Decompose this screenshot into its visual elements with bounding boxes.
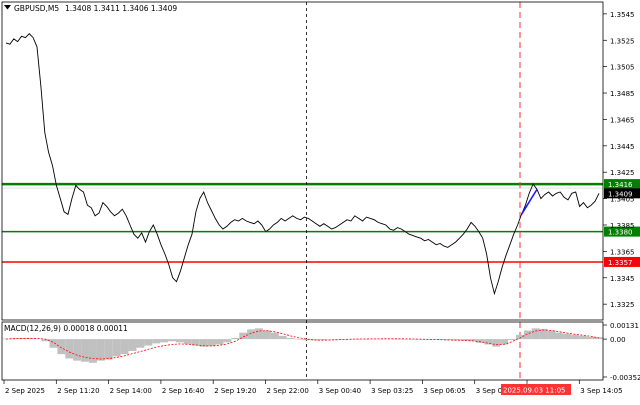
macd-axis: 0.00131 0.00 -0.00352: [603, 322, 640, 382]
y-tick-label: 1.3425: [610, 169, 635, 177]
y-tick-label: 1.3365: [610, 248, 635, 256]
y-tick-label: 1.3325: [610, 301, 635, 309]
forex-chart[interactable]: 1.3416 1.3380 1.3357 1.3545 1.3525 1.3505 1.3…: [0, 0, 640, 401]
current-price-label: 1.3409: [608, 190, 633, 198]
y-tick-label: 1.3485: [610, 90, 635, 98]
x-tick-label: 3 Sep 06:05: [423, 387, 465, 395]
level-label: 1.3416: [608, 181, 633, 189]
macd-bar: [96, 339, 105, 361]
y-tick-label: 1.3465: [610, 116, 635, 124]
price-panel-border: [1, 1, 604, 321]
macd-bar: [144, 339, 153, 346]
level-label: 1.3357: [608, 259, 633, 267]
current-time-label: 2025.09.03 11:05: [503, 387, 565, 395]
macd-bar: [104, 339, 113, 360]
macd-bar: [65, 339, 74, 359]
x-tick-label: 2 Sep 2025: [5, 387, 45, 395]
macd-y-tick-label: -0.00352: [610, 374, 640, 382]
macd-bar: [120, 339, 129, 355]
macd-y-tick-label: 0.00: [610, 336, 626, 344]
macd-bar: [492, 339, 501, 347]
x-tick-label: 2 Sep 11:20: [57, 387, 99, 395]
y-tick-label: 1.3445: [610, 143, 635, 151]
macd-label: MACD(12,26,9) 0.00018 0.00011: [4, 324, 128, 333]
macd-bar: [215, 339, 224, 345]
macd-bar: [563, 333, 572, 340]
time-axis: 2 Sep 2025 2 Sep 11:20 2 Sep 14:00 2 Sep 16…: [3, 380, 623, 395]
macd-bar: [523, 330, 532, 340]
x-tick-label: 3 Sep 14:05: [580, 387, 622, 395]
macd-bar: [207, 339, 216, 347]
macd-bar: [152, 339, 161, 344]
x-tick-label: 2 Sep 19:20: [214, 387, 256, 395]
macd-bar: [73, 339, 82, 361]
x-tick-label: 2 Sep 16:40: [162, 387, 204, 395]
macd-bar: [531, 328, 540, 340]
macd-bar: [231, 338, 240, 340]
macd-bar: [579, 335, 588, 340]
macd-bar: [183, 339, 192, 344]
macd-bar: [247, 329, 256, 340]
macd-bar: [547, 330, 556, 340]
y-tick-label: 1.3545: [610, 11, 635, 19]
macd-bar: [136, 339, 145, 348]
macd-bar: [168, 339, 176, 342]
macd-bar: [89, 339, 97, 363]
macd-bar: [508, 339, 516, 341]
macd-bar: [160, 339, 169, 343]
macd-bar: [255, 328, 263, 340]
x-tick-label: 2 Sep 14:00: [110, 387, 152, 395]
macd-bar: [49, 339, 58, 348]
macd-bar: [595, 337, 603, 340]
x-tick-label: 3 Sep 03:25: [371, 387, 413, 395]
macd-bar: [81, 339, 90, 362]
macd-bar: [571, 334, 580, 340]
macd-bar: [128, 339, 137, 351]
macd-bar: [223, 339, 232, 343]
macd-bar: [294, 339, 303, 340]
horizontal-levels: 1.34161.33801.3357: [2, 179, 640, 267]
macd-bar: [278, 335, 287, 340]
macd-y-tick-label: 0.00131: [610, 322, 639, 330]
y-tick-label: 1.3505: [610, 64, 635, 72]
y-tick-label: 1.3345: [610, 275, 635, 283]
period-separators: [306, 2, 521, 380]
x-tick-label: 3 Sep 00:40: [319, 387, 361, 395]
macd-bar: [515, 334, 524, 340]
macd-bar: [175, 339, 184, 343]
price-series: [5, 33, 600, 296]
macd-bar: [270, 332, 279, 340]
symbol-label: GBPUSD,M5: [14, 4, 59, 13]
ohlc-values: 1.3408 1.3411 1.3406 1.3409: [65, 4, 177, 13]
macd-bar: [286, 338, 295, 340]
macd-bar: [365, 338, 374, 340]
macd-bar: [25, 338, 34, 340]
macd-bar: [57, 339, 66, 355]
y-tick-label: 1.3385: [610, 222, 635, 230]
price-line: [5, 33, 600, 296]
macd-series: [2, 328, 603, 363]
macd-bar: [112, 339, 121, 357]
macd-bar: [262, 330, 271, 340]
symbol-dropdown-icon[interactable]: [4, 5, 11, 10]
y-tick-label: 1.3525: [610, 37, 635, 45]
x-tick-label: 2 Sep 22:00: [267, 387, 309, 395]
macd-bar: [555, 332, 564, 340]
macd-bar: [587, 336, 596, 340]
